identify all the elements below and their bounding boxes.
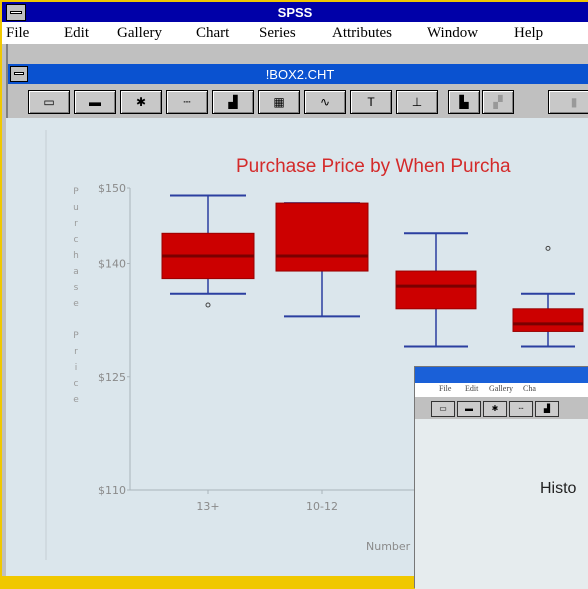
y-tick-label: $125 [98,371,126,384]
chart-title[interactable]: Purchase Price by When Purcha [236,156,511,178]
x-axis-label[interactable]: Number [366,540,410,553]
box [395,270,477,310]
y-tick-label: $140 [98,258,126,271]
y-axis-title-letter: s [74,283,79,293]
sub-frame-icon[interactable]: ▭ [431,401,455,417]
sub-chart-area [415,419,588,589]
y-axis-title-letter: r [74,219,78,229]
histogram-child-window[interactable]: File Edit Gallery Cha ▭ ▬ ✱ ┄ ▟ [414,366,588,589]
y-axis-title-letter: e [73,395,79,405]
y-axis-title-letter: r [74,347,78,357]
x-tick-label: 13+ [196,500,219,513]
sub-titlebar[interactable] [415,367,588,383]
y-axis-title-letter: P [73,331,79,341]
y-axis-title-letter: P [73,187,79,197]
sub-menu-file[interactable]: File [439,384,451,393]
box [275,202,369,272]
sub-bar-icon[interactable]: ▟ [535,401,559,417]
sub-menubar: File Edit Gallery Cha [415,383,588,397]
histogram-title[interactable]: Histo [540,480,576,498]
y-axis-title-letter: e [73,299,79,309]
y-axis-title-letter: h [73,251,79,261]
sub-menu-edit[interactable]: Edit [465,384,478,393]
y-axis-title-letter: a [73,267,79,277]
sub-dotline-icon[interactable]: ┄ [509,401,533,417]
y-tick-label: $110 [98,484,126,497]
x-tick-label: 10-12 [306,500,338,513]
sub-marker-icon[interactable]: ✱ [483,401,507,417]
outlier-point [205,302,211,308]
sub-menu-chart[interactable]: Cha [523,384,536,393]
sub-legend-icon[interactable]: ▬ [457,401,481,417]
y-tick-label: $150 [98,182,126,195]
y-axis-title-letter: i [75,363,78,373]
outlier-point [545,245,551,251]
y-axis-title-letter: c [74,379,79,389]
y-axis-title-letter: c [74,235,79,245]
box [512,308,584,332]
y-axis-title-letter: u [73,203,79,213]
sub-toolbar: ▭ ▬ ✱ ┄ ▟ [415,398,588,418]
sub-menu-gallery[interactable]: Gallery [489,384,513,393]
